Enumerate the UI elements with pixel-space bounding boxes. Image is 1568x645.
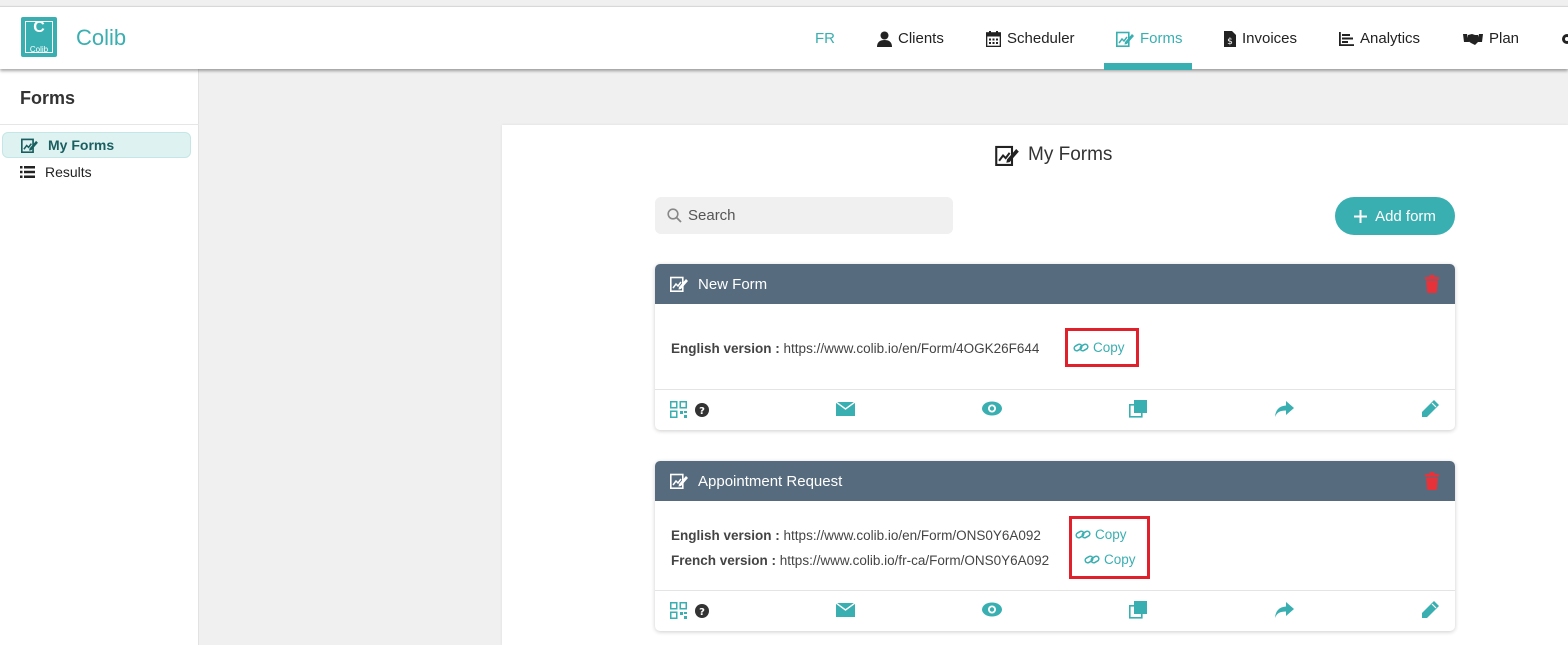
envelope-icon[interactable] [836, 402, 855, 416]
form-card-actions: ? [655, 591, 1455, 631]
calendar-icon [986, 30, 1001, 47]
eye-icon[interactable] [982, 602, 1002, 617]
nav-plan[interactable]: Plan [1463, 7, 1519, 70]
nav-scheduler-label: Scheduler [1007, 30, 1075, 47]
form-title: New Form [698, 275, 768, 293]
form-url[interactable]: https://www.colib.io/fr-ca/Form/ONS0Y6A0… [780, 553, 1049, 568]
brand-name[interactable]: Colib [76, 25, 126, 51]
french-link-row: French version : https://www.colib.io/fr… [671, 553, 1049, 568]
qr-code-icon[interactable] [670, 602, 687, 619]
help-icon[interactable]: ? [695, 604, 709, 618]
form-edit-icon [670, 276, 688, 292]
search-icon [667, 208, 682, 223]
add-form-label: Add form [1375, 207, 1436, 225]
colib-logo[interactable]: C Colib [21, 17, 57, 57]
handshake-icon [1463, 33, 1483, 45]
nav-analytics[interactable]: Analytics [1339, 7, 1420, 70]
language-toggle[interactable]: FR [815, 7, 835, 70]
english-link-row: English version : https://www.colib.io/e… [671, 341, 1039, 356]
nav-settings[interactable] [1560, 7, 1568, 70]
link-label: French version : [671, 553, 777, 568]
add-form-button[interactable]: Add form [1335, 197, 1455, 235]
chart-icon [1339, 31, 1354, 46]
sidebar-item-label: Results [45, 164, 92, 180]
search-box[interactable] [655, 197, 953, 234]
form-card: Appointment Request English version : ht… [655, 461, 1455, 631]
nav-plan-label: Plan [1489, 30, 1520, 47]
sidebar-item-label: My Forms [48, 137, 115, 153]
divider [0, 124, 199, 125]
user-icon [877, 31, 892, 47]
form-edit-icon [670, 473, 688, 489]
nav-clients-label: Clients [898, 30, 944, 47]
invoice-icon: $ [1224, 30, 1236, 47]
nav-clients[interactable]: Clients [877, 7, 944, 70]
form-card-actions: ? [655, 390, 1455, 430]
pencil-icon[interactable] [1421, 601, 1439, 619]
form-edit-icon [21, 138, 38, 153]
page-title: My Forms [995, 144, 1112, 166]
form-card-header: New Form [655, 264, 1455, 304]
plus-icon [1354, 209, 1368, 223]
form-url[interactable]: https://www.colib.io/en/Form/4OGK26F644 [784, 341, 1040, 356]
qr-code-icon[interactable] [670, 401, 687, 418]
form-card-body: English version : https://www.colib.io/e… [655, 304, 1455, 390]
sidebar-title: Forms [20, 88, 76, 108]
sidebar-item-results[interactable]: Results [2, 159, 191, 185]
envelope-icon[interactable] [836, 603, 855, 617]
form-edit-icon [995, 145, 1019, 166]
highlight-box [1065, 328, 1139, 367]
nav-forms[interactable]: Forms [1116, 7, 1183, 70]
form-card-body: English version : https://www.colib.io/e… [655, 501, 1455, 591]
svg-text:?: ? [699, 406, 705, 417]
top-navbar: C Colib Colib FR Clients Scheduler Forms… [0, 6, 1568, 70]
gear-icon [1562, 33, 1568, 44]
nav-analytics-label: Analytics [1360, 30, 1421, 47]
share-icon[interactable] [1275, 401, 1294, 417]
form-title: Appointment Request [698, 472, 843, 490]
nav-invoices[interactable]: $ Invoices [1224, 7, 1297, 70]
form-card: New Form English version : https://www.c… [655, 264, 1455, 430]
link-label: English version : [671, 341, 780, 356]
search-input[interactable] [688, 207, 928, 224]
duplicate-icon[interactable] [1129, 601, 1147, 619]
svg-text:?: ? [699, 607, 705, 618]
eye-icon[interactable] [982, 401, 1002, 416]
english-link-row: English version : https://www.colib.io/e… [671, 528, 1041, 543]
form-url[interactable]: https://www.colib.io/en/Form/ONS0Y6A092 [784, 528, 1041, 543]
pencil-icon[interactable] [1421, 400, 1439, 418]
form-card-header: Appointment Request [655, 461, 1455, 501]
duplicate-icon[interactable] [1129, 400, 1147, 418]
nav-scheduler[interactable]: Scheduler [986, 7, 1075, 70]
highlight-box [1069, 516, 1150, 579]
svg-text:$: $ [1227, 37, 1233, 47]
link-label: English version : [671, 528, 780, 543]
trash-icon[interactable] [1425, 472, 1439, 490]
language-label: FR [815, 30, 835, 47]
active-tab-indicator [1104, 63, 1192, 70]
share-icon[interactable] [1275, 602, 1294, 618]
nav-forms-label: Forms [1140, 30, 1183, 47]
form-edit-icon [1116, 31, 1134, 47]
sidebar-item-my-forms[interactable]: My Forms [2, 132, 191, 158]
help-icon[interactable]: ? [695, 403, 709, 417]
sidebar: Forms My Forms Results [0, 69, 199, 645]
trash-icon[interactable] [1425, 275, 1439, 293]
nav-invoices-label: Invoices [1242, 30, 1298, 47]
page-title-text: My Forms [1028, 144, 1113, 165]
list-icon [20, 166, 35, 178]
